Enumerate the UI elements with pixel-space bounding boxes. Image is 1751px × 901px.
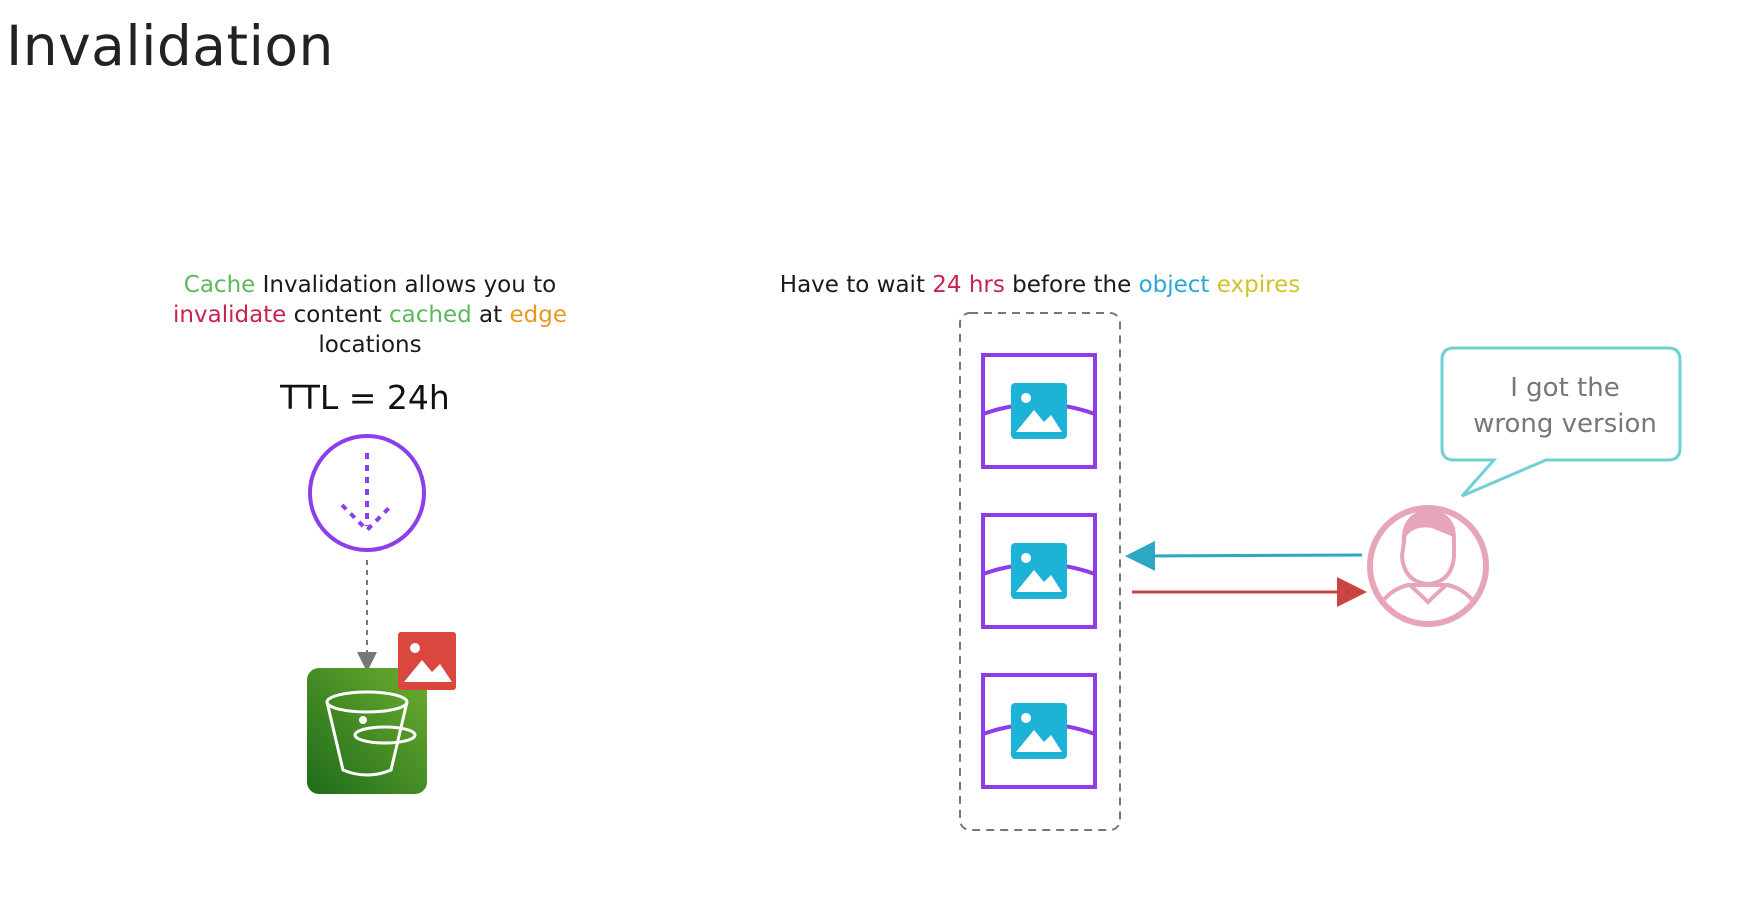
- cache-invalidation-icon: [308, 434, 426, 552]
- edge-cache-image-icon: [981, 513, 1097, 629]
- speech-bubble-line: I got the: [1510, 373, 1620, 403]
- edge-cache-image-icon: [981, 673, 1097, 789]
- speech-bubble-line: wrong version: [1473, 409, 1657, 439]
- response-arrow: [1125, 540, 1363, 571]
- image-icon: [398, 632, 456, 690]
- diagram-canvas: [307, 312, 1682, 831]
- edge-cache-image-icon: [981, 353, 1097, 469]
- slide: Invalidation Cache Invalidation allows y…: [0, 0, 1751, 901]
- speech-bubble-text: I got the wrong version: [1450, 370, 1680, 442]
- user-avatar-icon: [1367, 505, 1489, 627]
